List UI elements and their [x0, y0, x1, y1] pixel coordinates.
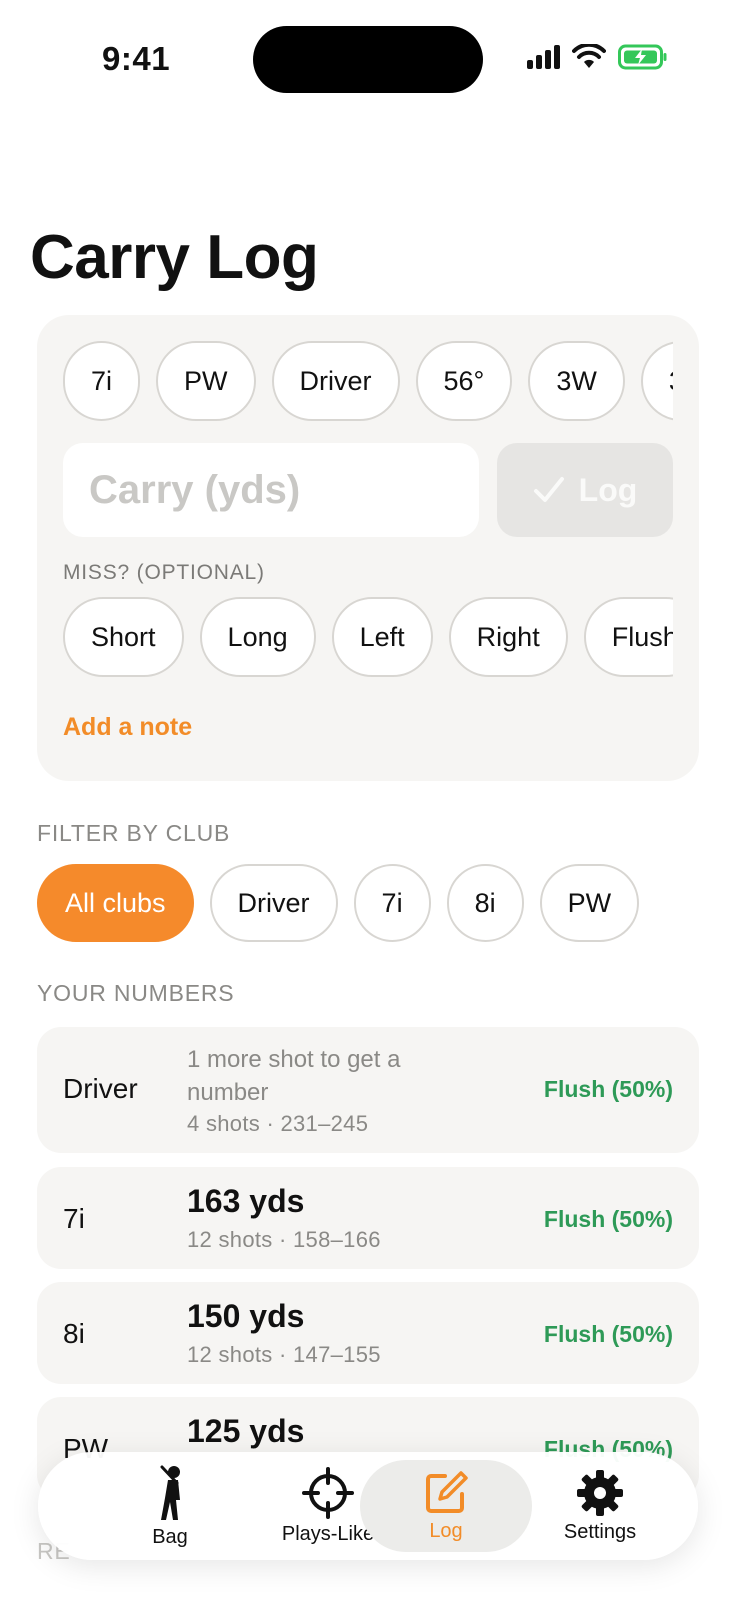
row-detail: 12 shots · 158–166 — [187, 1227, 381, 1252]
tab-label: Plays-Like — [281, 1522, 375, 1545]
club-chip[interactable]: 56° — [415, 341, 513, 421]
checkmark-icon — [533, 477, 564, 502]
row-club: Driver — [63, 1073, 138, 1104]
carry-input[interactable] — [63, 443, 479, 537]
filter-chip-all[interactable]: All clubs — [37, 864, 194, 942]
row-tag: Flush (50%) — [543, 1076, 673, 1102]
row-need-more: 1 more shot to get a number — [187, 1046, 401, 1106]
row-carry: 125 yds — [187, 1413, 305, 1449]
miss-chip-right[interactable]: Right — [448, 597, 568, 677]
filter-chip-driver[interactable]: Driver — [209, 864, 338, 942]
gear-icon — [577, 1469, 623, 1516]
number-row-7i[interactable]: 7i 163 yds 12 shots · 158–166 Flush (50%… — [37, 1167, 699, 1269]
page-title: Carry Log — [30, 223, 319, 292]
row-carry: 163 yds — [187, 1183, 305, 1219]
tab-bar: Bag Plays-Like Log Settings — [38, 1452, 698, 1560]
row-detail: 12 shots · 147–155 — [187, 1342, 381, 1367]
tab-settings[interactable]: Settings — [520, 1460, 680, 1552]
golfer-icon — [160, 1465, 180, 1520]
miss-chip-left[interactable]: Left — [331, 597, 433, 677]
club-chip[interactable]: 3W — [528, 341, 625, 421]
miss-chip-row[interactable]: Short Long Left Right Flush — [63, 597, 673, 677]
miss-chip-long[interactable]: Long — [199, 597, 316, 677]
filter-label: FILTER BY CLUB — [37, 820, 231, 846]
shot-entry-card: 7i PW Driver 56° 3W 3H Log MISS? (OPTION… — [37, 315, 699, 781]
club-chip[interactable]: 3H — [640, 341, 673, 421]
row-club: 7i — [63, 1203, 85, 1234]
club-chip[interactable]: 7i — [63, 341, 141, 421]
wifi-icon — [572, 44, 606, 68]
log-button[interactable]: Log — [497, 443, 673, 537]
dynamic-island — [253, 26, 483, 93]
signal-icon — [527, 45, 560, 69]
number-row-8i[interactable]: 8i 150 yds 12 shots · 147–155 Flush (50%… — [37, 1282, 699, 1384]
miss-chip-short[interactable]: Short — [63, 597, 184, 677]
row-carry: 150 yds — [187, 1298, 305, 1334]
row-detail: 4 shots · 231–245 — [187, 1111, 369, 1136]
filter-chip-8i[interactable]: 8i — [446, 864, 524, 942]
row-club: 8i — [63, 1318, 85, 1349]
club-chip[interactable]: Driver — [271, 341, 400, 421]
row-tag: Flush (50%) — [543, 1321, 673, 1347]
club-chip[interactable]: PW — [156, 341, 256, 421]
filter-chip-row: All clubs Driver 7i 8i PW — [37, 864, 640, 942]
tab-log[interactable]: Log — [360, 1460, 532, 1552]
status-bar: 9:41 — [0, 0, 736, 120]
battery-icon — [618, 44, 667, 70]
edit-icon — [426, 1470, 468, 1513]
numbers-label: YOUR NUMBERS — [37, 980, 235, 1006]
tab-label: Settings — [563, 1520, 637, 1543]
tab-label: Log — [429, 1519, 463, 1542]
log-button-label: Log — [578, 471, 638, 508]
status-time: 9:41 — [102, 40, 171, 77]
add-note-link[interactable]: Add a note — [63, 713, 192, 742]
miss-label: MISS? (OPTIONAL) — [63, 561, 265, 584]
miss-chip-flush[interactable]: Flush — [583, 597, 673, 677]
club-chip-row[interactable]: 7i PW Driver 56° 3W 3H — [63, 341, 673, 421]
status-icons — [527, 44, 668, 70]
filter-chip-pw[interactable]: PW — [539, 864, 640, 942]
tab-bag[interactable]: Bag — [90, 1460, 250, 1552]
crosshair-icon — [302, 1466, 354, 1519]
filter-chip-7i[interactable]: 7i — [353, 864, 431, 942]
number-row-driver[interactable]: Driver 1 more shot to get a number 4 sho… — [37, 1027, 699, 1153]
row-tag: Flush (50%) — [543, 1206, 673, 1232]
tab-label: Bag — [152, 1525, 188, 1548]
